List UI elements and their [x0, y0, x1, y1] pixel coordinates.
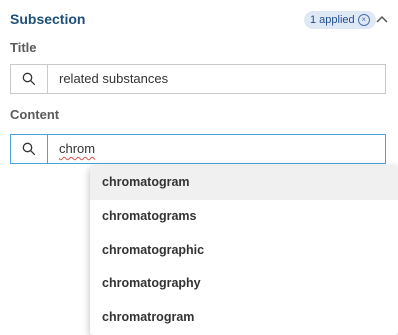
applied-filter-badge[interactable]: 1 applied × — [304, 11, 376, 29]
content-field-label: Content — [10, 107, 60, 122]
title-field-label: Title — [10, 40, 37, 55]
section-title: Subsection — [10, 11, 86, 27]
suggestion-item[interactable]: chromatograms — [90, 200, 398, 234]
suggestion-item[interactable]: chromatogram — [90, 166, 398, 200]
title-input[interactable]: related substances — [59, 65, 168, 93]
search-icon — [11, 135, 48, 163]
content-search-field[interactable]: chrom — [10, 134, 386, 164]
suggestion-item[interactable]: chromatography — [90, 267, 398, 301]
chevron-up-icon[interactable] — [374, 11, 390, 27]
content-input[interactable]: chrom — [59, 135, 95, 163]
clear-filter-icon[interactable]: × — [357, 14, 370, 26]
title-search-field[interactable]: related substances — [10, 64, 386, 94]
autocomplete-dropdown: chromatogram chromatograms chromatograph… — [90, 166, 398, 335]
subsection-header[interactable]: Subsection 1 applied × — [10, 8, 392, 30]
applied-count-label: 1 applied — [310, 14, 355, 26]
suggestion-item[interactable]: chromatographic — [90, 234, 398, 268]
suggestion-item[interactable]: chromatrogram — [90, 301, 398, 335]
search-icon — [11, 65, 48, 93]
